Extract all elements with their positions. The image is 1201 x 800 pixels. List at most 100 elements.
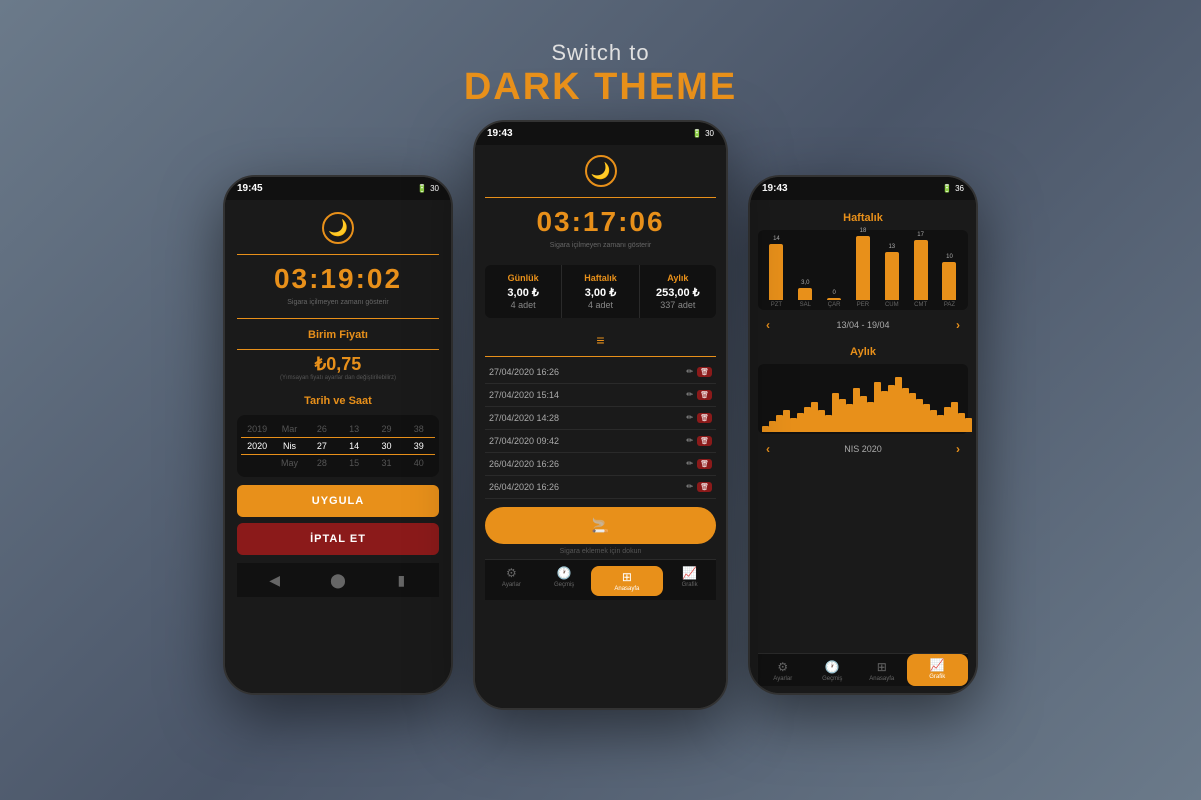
month-nav: ‹ NIS 2020 › <box>758 438 968 460</box>
tab-bar-center: ⚙ Ayarlar 🕐 Geçmiş ⊞ Anasayfa 📈 Grafik <box>485 559 716 600</box>
btab-anasayfa[interactable]: ⊞ Anasayfa <box>857 654 907 686</box>
weekly-title: Haftalık <box>758 212 968 224</box>
moon-icon-c: 🌙 <box>585 155 617 187</box>
tab-grafik[interactable]: 📈 Grafik <box>663 566 716 596</box>
edit-icon-6[interactable]: ✏ <box>686 482 693 492</box>
bar-cmt: 17 CMT <box>914 232 928 308</box>
stat-value-weekly: 3,00 ₺ <box>566 286 634 299</box>
monthly-bar-chart <box>758 364 968 434</box>
apply-button[interactable]: UYGULA <box>237 485 439 517</box>
list-item-1[interactable]: 27/04/2020 16:26 ✏ 🗑 <box>485 361 716 384</box>
list-datetime-3: 27/04/2020 14:28 <box>489 413 559 423</box>
list-item-6[interactable]: 26/04/2020 16:26 ✏ 🗑 <box>485 476 716 499</box>
monthly-bar-20 <box>902 388 909 432</box>
back-nav-icon[interactable]: ◀ <box>260 571 290 589</box>
monthly-bar-fill-3 <box>783 410 790 432</box>
date-row-active[interactable]: 2020 Nis 27 14 30 39 <box>241 437 435 455</box>
delete-icon-2[interactable]: 🗑 <box>697 390 712 400</box>
price-note: (Yımsayan fiyatı ayarlar dan değiştirile… <box>237 375 439 381</box>
delete-icon-5[interactable]: 🗑 <box>697 459 712 469</box>
tab-gecmis[interactable]: 🕐 Geçmiş <box>538 566 591 596</box>
edit-icon-3[interactable]: ✏ <box>686 413 693 423</box>
app-logo-wrap: 🌙 <box>237 212 439 244</box>
list-item-3[interactable]: 27/04/2020 14:28 ✏ 🗑 <box>485 407 716 430</box>
date-row-3[interactable]: May 28 15 31 40 <box>241 455 435 471</box>
monthly-bar-17 <box>881 391 888 432</box>
monthly-bar-18 <box>888 385 895 432</box>
btab-grafik[interactable]: 📈 Grafik <box>907 654 969 686</box>
monthly-bar-fill-24 <box>930 410 937 432</box>
edit-icon-1[interactable]: ✏ <box>686 367 693 377</box>
btab-gecmis[interactable]: 🕐 Geçmiş <box>808 654 858 686</box>
list-item-2[interactable]: 27/04/2020 15:14 ✏ 🗑 <box>485 384 716 407</box>
btab-chart-icon: 📈 <box>930 658 945 672</box>
monthly-bar-fill-12 <box>846 404 853 432</box>
timer-center: 03:17:06 <box>485 206 716 238</box>
signal-text-c: 30 <box>705 129 714 138</box>
list-item-4[interactable]: 27/04/2020 09:42 ✏ 🗑 <box>485 430 716 453</box>
list-actions-1: ✏ 🗑 <box>686 367 712 377</box>
date-picker[interactable]: 2019 Mar 26 13 29 38 2020 Nis 27 14 30 3… <box>237 415 439 477</box>
cancel-button[interactable]: İPTAL ET <box>237 523 439 555</box>
monthly-bar-fill-13 <box>853 388 860 432</box>
tab-grafik-label: Grafik <box>682 582 698 588</box>
tab-anasayfa[interactable]: ⊞ Anasayfa <box>591 566 664 596</box>
switch-to-label: Switch to <box>464 40 737 66</box>
home-nav-icon[interactable]: ⬤ <box>323 571 353 589</box>
monthly-bar-6 <box>804 407 811 432</box>
phone-left-content: 🌙 03:19:02 Sigara içilmeyen zamanı göste… <box>225 200 451 694</box>
monthly-bar-fill-0 <box>762 426 769 432</box>
month-next-arrow[interactable]: › <box>956 442 960 456</box>
delete-icon-4[interactable]: 🗑 <box>697 436 712 446</box>
divider-c2 <box>485 356 716 357</box>
bar-day-cmt: CMT <box>914 302 927 308</box>
history-icon: 🕐 <box>557 566 572 580</box>
bar-day-sal: SAL <box>800 302 811 308</box>
monthly-bar-25 <box>937 415 944 432</box>
home-icon: ⊞ <box>622 570 632 584</box>
delete-icon-1[interactable]: 🗑 <box>697 367 712 377</box>
monthly-bar-24 <box>930 410 937 432</box>
timer-left: 03:19:02 <box>237 263 439 295</box>
monthly-bar-19 <box>895 377 902 432</box>
week-label: 13/04 - 19/04 <box>836 320 889 330</box>
edit-icon-4[interactable]: ✏ <box>686 436 693 446</box>
monthly-bar-11 <box>839 399 846 432</box>
week-prev-arrow[interactable]: ‹ <box>766 318 770 332</box>
list-actions-6: ✏ 🗑 <box>686 482 712 492</box>
delete-icon-6[interactable]: 🗑 <box>697 482 712 492</box>
monthly-bar-fill-29 <box>965 418 972 432</box>
stat-monthly: Aylık 253,00 ₺ 337 adet <box>640 265 716 318</box>
bar-day-paz: PAZ <box>944 302 955 308</box>
phone-right-content: Haftalık 14 PZT 3,0 SAL 0 <box>750 200 976 694</box>
bar-per: 18 PER <box>856 228 870 308</box>
add-cigarette-button[interactable]: 🚬 <box>485 507 716 544</box>
edit-icon-5[interactable]: ✏ <box>686 459 693 469</box>
btab-ayarlar[interactable]: ⚙ Ayarlar <box>758 654 808 686</box>
btab-settings-icon: ⚙ <box>777 660 788 674</box>
tab-gecmis-label: Geçmiş <box>554 582 574 588</box>
month-prev-arrow[interactable]: ‹ <box>766 442 770 456</box>
bar-pzt: 14 PZT <box>769 236 783 308</box>
tab-ayarlar[interactable]: ⚙ Ayarlar <box>485 566 538 596</box>
bar-paz-bar <box>942 262 956 300</box>
bar-day-per: PER <box>857 302 869 308</box>
status-time-right: 19:43 <box>762 183 788 194</box>
monthly-bar-fill-23 <box>923 404 930 432</box>
delete-icon-3[interactable]: 🗑 <box>697 413 712 423</box>
status-bar-left: 19:45 🔋 30 <box>225 177 451 200</box>
settings-icon: ⚙ <box>506 566 517 580</box>
monthly-bar-fill-10 <box>832 393 839 432</box>
list-item-5[interactable]: 26/04/2020 16:26 ✏ 🗑 <box>485 453 716 476</box>
date-row-1[interactable]: 2019 Mar 26 13 29 38 <box>241 421 435 437</box>
monthly-bar-fill-14 <box>860 396 867 432</box>
status-icons-left: 🔋 30 <box>417 184 439 193</box>
stat-label-daily: Günlük <box>489 273 557 283</box>
monthly-title: Aylık <box>758 346 968 358</box>
edit-icon-2[interactable]: ✏ <box>686 390 693 400</box>
status-icons-right: 🔋 36 <box>942 184 964 193</box>
list-datetime-2: 27/04/2020 15:14 <box>489 390 559 400</box>
bar-cmt-bar <box>914 240 928 300</box>
week-next-arrow[interactable]: › <box>956 318 960 332</box>
recents-nav-icon[interactable]: ▮ <box>386 571 416 589</box>
